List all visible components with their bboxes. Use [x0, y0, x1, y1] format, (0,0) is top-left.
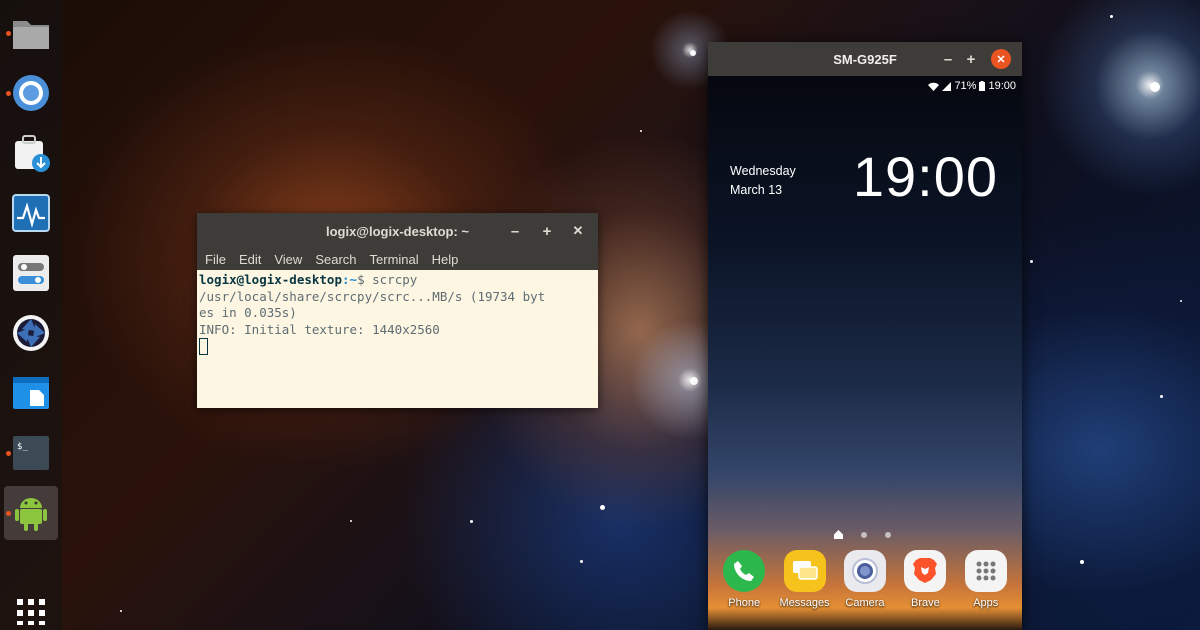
dock-item-aperture[interactable] [4, 306, 58, 360]
android-icon [15, 498, 47, 531]
running-indicator [6, 511, 11, 516]
window-title: logix@logix-desktop: ~ [325, 223, 470, 239]
show-applications-button[interactable] [4, 594, 58, 628]
close-button[interactable]: ✕ [991, 49, 1011, 69]
page-dot[interactable] [885, 531, 891, 538]
system-monitor-icon [12, 194, 50, 232]
settings-toggle-icon [13, 255, 49, 291]
dock-item-system-monitor[interactable] [4, 186, 58, 240]
menu-view[interactable]: View [274, 252, 302, 267]
menu-search[interactable]: Search [315, 252, 356, 267]
month-day: March 13 [730, 183, 783, 197]
running-indicator [6, 451, 11, 456]
app-label: Camera [845, 597, 885, 609]
scrcpy-titlebar[interactable]: SM-G925F – + ✕ [708, 42, 1022, 76]
signal-icon [942, 81, 952, 91]
lock-date: Wednesday March 13 [730, 162, 796, 200]
terminal-menubar: File Edit View Search Terminal Help [197, 249, 598, 270]
terminal-icon: $_ [13, 436, 49, 470]
close-button[interactable]: ✕ [568, 221, 588, 241]
page-indicator [834, 530, 891, 539]
wifi-icon [928, 82, 940, 91]
running-indicator [6, 91, 11, 96]
minimize-button[interactable]: – [505, 221, 525, 241]
app-dock: Phone Messages Camera Brave Apps [708, 550, 1022, 609]
scrcpy-window[interactable]: SM-G925F – + ✕ 71% 19:00 Wednesday March… [708, 42, 1022, 630]
camera-icon [843, 550, 886, 592]
prompt-path: :~ [342, 272, 358, 287]
phone-status-bar: 71% 19:00 [928, 80, 1016, 92]
menu-file[interactable]: File [205, 252, 226, 267]
maximize-button[interactable]: + [537, 221, 557, 241]
app-apps[interactable]: Apps [957, 550, 1015, 609]
app-phone[interactable]: Phone [715, 550, 773, 609]
app-label: Phone [728, 597, 761, 609]
app-label: Apps [973, 597, 999, 609]
file-window-icon [13, 377, 49, 409]
dock: $_ [0, 0, 62, 630]
app-brave[interactable]: Brave [896, 550, 954, 609]
dock-item-files[interactable] [4, 6, 58, 60]
phone-icon [723, 550, 766, 592]
window-title: SM-G925F [833, 51, 897, 67]
output-line: /usr/local/share/scrcpy/scrc...MB/s (197… [199, 288, 546, 304]
terminal-titlebar[interactable]: logix@logix-desktop: ~ – + ✕ [197, 213, 598, 249]
folder-icon [13, 21, 49, 49]
apps-grid-icon [964, 550, 1007, 592]
messages-icon [783, 550, 826, 592]
app-messages[interactable]: Messages [776, 550, 834, 609]
menu-terminal[interactable]: Terminal [370, 252, 419, 267]
app-camera[interactable]: Camera [836, 550, 894, 609]
terminal-window[interactable]: logix@logix-desktop: ~ – + ✕ File Edit V… [197, 213, 598, 408]
terminal-output[interactable]: logix@logix-desktop:~$ scrcpy /usr/local… [197, 270, 598, 357]
battery-percent: 71% [954, 80, 977, 92]
brave-icon [904, 550, 947, 592]
weekday: Wednesday [730, 164, 796, 178]
home-clock: 19:00 [852, 145, 998, 208]
maximize-button[interactable]: + [961, 49, 981, 69]
dock-item-android[interactable] [4, 486, 58, 540]
output-line: INFO: Initial texture: 1440x2560 [199, 321, 440, 337]
status-time: 19:00 [988, 80, 1016, 92]
minimize-button[interactable]: – [938, 49, 958, 69]
svg-text:$_: $_ [17, 442, 28, 452]
software-download-icon [15, 135, 50, 172]
output-line: es in 0.035s) [199, 305, 297, 320]
prompt-symbol: $ [357, 272, 373, 287]
phone-screen[interactable]: 71% 19:00 Wednesday March 13 19:00 Phone [708, 76, 1022, 630]
dock-item-chromium[interactable] [4, 66, 58, 120]
chromium-icon [13, 75, 49, 111]
running-indicator [6, 31, 11, 36]
dock-item-terminal[interactable]: $_ [4, 426, 58, 480]
terminal-cursor [199, 338, 208, 355]
battery-icon [979, 81, 986, 91]
aperture-icon [13, 315, 49, 351]
app-label: Brave [910, 597, 940, 609]
home-page-icon [834, 530, 843, 539]
dock-item-settings[interactable] [4, 246, 58, 300]
page-dot[interactable] [861, 531, 867, 538]
menu-help[interactable]: Help [432, 252, 459, 267]
menu-edit[interactable]: Edit [239, 252, 261, 267]
prompt-user: logix@logix-desktop [199, 272, 342, 287]
dock-item-file-window[interactable] [4, 366, 58, 420]
grid-icon [17, 599, 45, 625]
dock-item-software[interactable] [4, 126, 58, 180]
app-label: Messages [779, 597, 830, 609]
command-text: scrcpy [372, 272, 418, 287]
